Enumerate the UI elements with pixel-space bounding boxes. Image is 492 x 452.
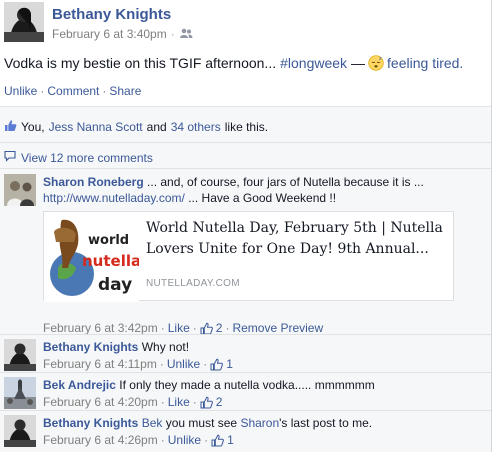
status-message: Vodka is my bestie on this TGIF afternoo…	[4, 55, 277, 71]
like-thumb-icon	[211, 434, 224, 447]
comment-text: If only they made a nutella vodka..... m…	[119, 378, 375, 392]
author-avatar[interactable]	[4, 2, 44, 42]
comment-bubble-icon	[4, 150, 16, 165]
like-thumb-icon	[200, 322, 213, 335]
divider	[0, 334, 491, 335]
comment-body: Bethany Knights Bek you must see Sharon'…	[43, 416, 485, 431]
comment-timestamp[interactable]: February 6 at 4:11pm	[43, 357, 157, 371]
preview-image-word: day	[98, 275, 132, 295]
hashtag-link[interactable]: #longweek	[280, 55, 347, 71]
post-timestamp[interactable]: February 6 at 3:40pm	[52, 27, 167, 41]
comment-like-count[interactable]: 1	[227, 433, 234, 447]
link-preview-image[interactable]: world nutella day	[44, 212, 141, 302]
unlike-button[interactable]: Unlike	[4, 84, 37, 98]
like-thumb-icon	[4, 119, 17, 135]
view-more-comments[interactable]: View 12 more comments	[4, 150, 153, 165]
divider	[0, 372, 491, 373]
comment-text: ... and, of course, four jars of Nutella…	[147, 175, 424, 189]
feedback-section: You, Jess Nanna Scott and 34 others like…	[0, 106, 491, 452]
mention-link[interactable]: Bek	[142, 416, 163, 430]
svg-text:z: z	[379, 56, 382, 62]
action-separator: ·	[102, 84, 107, 98]
post-actions: Unlike · Comment · Share	[4, 84, 141, 98]
others-likes-link[interactable]: 34 others	[171, 120, 221, 134]
meta-separator: ·	[203, 357, 208, 371]
like-comment-button[interactable]: Like	[168, 321, 190, 335]
commenter-avatar[interactable]	[4, 174, 36, 206]
facebook-post: Bethany Knights February 6 at 3:40pm · V…	[0, 0, 492, 452]
divider	[0, 168, 491, 169]
preview-image-word: world	[88, 233, 129, 248]
likes-summary: You, Jess Nanna Scott and 34 others like…	[4, 119, 268, 135]
like-comment-button[interactable]: Like	[168, 395, 190, 409]
share-button[interactable]: Share	[109, 84, 141, 98]
comment-text: you must see	[165, 416, 238, 430]
likes-suffix: like this.	[224, 120, 269, 134]
post-author-name[interactable]: Bethany Knights	[52, 6, 171, 23]
comment-timestamp[interactable]: February 6 at 3:42pm	[43, 321, 158, 335]
action-separator: ·	[40, 84, 45, 98]
comment-body: Bethany Knights Why not!	[43, 340, 485, 355]
liker-name-link[interactable]: Jess Nanna Scott	[49, 120, 143, 134]
comment-meta: February 6 at 4:20pm · Like · 2	[43, 395, 222, 409]
meta-separator: ·	[159, 357, 164, 371]
mention-link[interactable]: Sharon	[240, 416, 279, 430]
comment-timestamp[interactable]: February 6 at 4:20pm	[43, 395, 158, 409]
comment-like-count[interactable]: 2	[216, 321, 223, 335]
link-preview-card[interactable]: world nutella day World Nutella Day, Feb…	[43, 211, 454, 302]
comment-meta: February 6 at 4:26pm · Unlike · 1	[43, 433, 234, 447]
meta-separator: ·	[204, 433, 209, 447]
comment-text-suffix: ... Have a Good Weekend !!	[188, 191, 337, 205]
comment-like-count[interactable]: 2	[216, 395, 223, 409]
feeling-text[interactable]: feeling tired.	[387, 55, 463, 71]
comment-author-link[interactable]: Bek Andrejic	[43, 378, 116, 392]
comment-meta: February 6 at 4:11pm · Unlike · 1	[43, 357, 233, 371]
unlike-comment-button[interactable]: Unlike	[168, 433, 201, 447]
meta-separator: ·	[192, 395, 197, 409]
comment-author-link[interactable]: Bethany Knights	[43, 340, 138, 354]
comment: Bethany Knights Why not! February 6 at 4…	[0, 336, 491, 374]
link-preview-title[interactable]: World Nutella Day, February 5th | Nutell…	[146, 218, 447, 260]
status-dash: —	[351, 55, 366, 71]
meta-separator: ·	[160, 321, 165, 335]
view-more-comments-label[interactable]: View 12 more comments	[21, 151, 153, 165]
likes-you: You,	[21, 120, 45, 134]
comment-body: Bek Andrejic If only they made a nutella…	[43, 378, 485, 393]
commenter-avatar[interactable]	[4, 377, 36, 409]
comment-button[interactable]: Comment	[47, 84, 99, 98]
unlike-comment-button[interactable]: Unlike	[167, 357, 200, 371]
post-meta: February 6 at 3:40pm ·	[52, 27, 193, 41]
sleepy-face-emoji-icon: z	[368, 55, 384, 71]
meta-separator: ·	[160, 433, 165, 447]
commenter-avatar[interactable]	[4, 339, 36, 371]
comment-body: Sharon Roneberg ... and, of course, four…	[43, 175, 485, 206]
divider	[0, 410, 491, 411]
comment: Bek Andrejic If only they made a nutella…	[0, 374, 491, 412]
comment-meta: February 6 at 3:42pm · Like · 2 · Remove…	[43, 321, 323, 335]
divider	[0, 142, 491, 143]
post-status-text: Vodka is my bestie on this TGIF afternoo…	[4, 55, 463, 71]
comment-author-link[interactable]: Bethany Knights	[43, 416, 138, 430]
friends-icon[interactable]	[179, 27, 193, 41]
like-thumb-icon	[200, 396, 213, 409]
meta-separator: ·	[170, 27, 175, 41]
link-preview-domain: NUTELLADAY.COM	[146, 278, 240, 289]
preview-image-word: nutella	[82, 252, 139, 270]
meta-separator: ·	[225, 321, 230, 335]
comment-timestamp[interactable]: February 6 at 4:26pm	[43, 433, 158, 447]
comment-author-link[interactable]: Sharon Roneberg	[43, 175, 144, 189]
comment-url-link[interactable]: http://www.nutelladay.com/	[43, 191, 185, 205]
comment-text: Why not!	[141, 340, 190, 354]
likes-and: and	[146, 120, 167, 134]
remove-preview-button[interactable]: Remove Preview	[232, 321, 323, 335]
meta-separator: ·	[192, 321, 197, 335]
like-thumb-icon	[210, 358, 224, 371]
comment: Bethany Knights Bek you must see Sharon'…	[0, 412, 491, 452]
commenter-avatar[interactable]	[4, 415, 36, 447]
comment: Sharon Roneberg ... and, of course, four…	[0, 171, 491, 335]
comment-like-count[interactable]: 1	[226, 357, 233, 371]
comment-text: 's last post to me.	[279, 416, 373, 430]
meta-separator: ·	[160, 395, 165, 409]
